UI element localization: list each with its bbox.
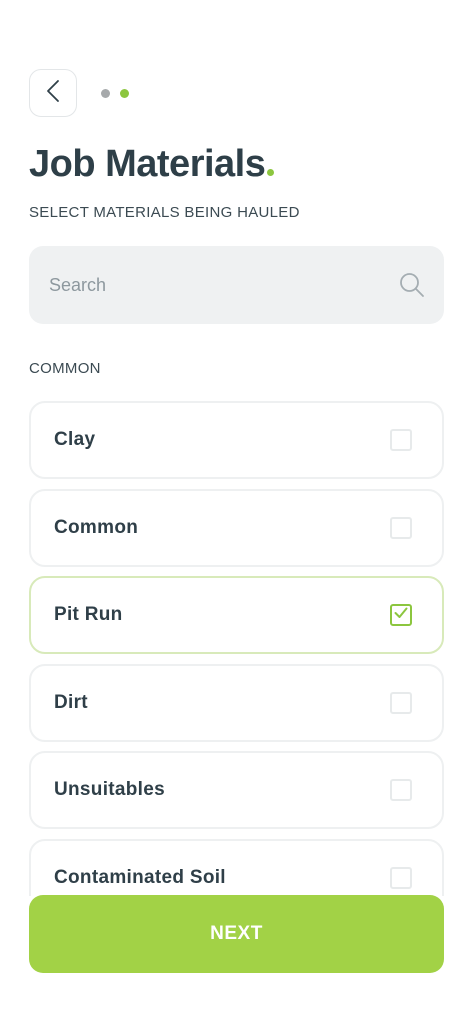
- material-label: Contaminated Soil: [54, 867, 226, 888]
- checkbox[interactable]: [390, 517, 412, 539]
- check-icon: [394, 606, 408, 624]
- material-item-dirt[interactable]: Dirt: [29, 664, 444, 742]
- back-button[interactable]: [29, 69, 77, 117]
- checkbox[interactable]: [390, 692, 412, 714]
- checkbox-checked[interactable]: [390, 604, 412, 626]
- material-label: Common: [54, 517, 139, 538]
- step-dot-1: [101, 89, 110, 98]
- material-item-clay[interactable]: Clay: [29, 401, 444, 479]
- title-accent-dot: [267, 169, 275, 176]
- checkbox[interactable]: [390, 867, 412, 889]
- material-item-common[interactable]: Common: [29, 489, 444, 567]
- materials-list: Clay Common Pit Run Dirt Unsuitables Con…: [29, 401, 444, 896]
- material-item-pit-run[interactable]: Pit Run: [29, 576, 444, 654]
- search-bar: [29, 246, 444, 324]
- page-title: Job Materials: [29, 143, 275, 186]
- page-subtitle: SELECT MATERIALS BEING HAULED: [29, 204, 300, 221]
- material-label: Clay: [54, 429, 96, 450]
- material-item-contaminated-soil[interactable]: Contaminated Soil: [29, 839, 444, 896]
- material-item-unsuitables[interactable]: Unsuitables: [29, 751, 444, 829]
- search-icon[interactable]: [398, 271, 426, 299]
- next-button[interactable]: NEXT: [29, 895, 444, 973]
- page-title-text: Job Materials: [29, 143, 266, 185]
- checkbox[interactable]: [390, 429, 412, 451]
- section-label-common: COMMON: [29, 360, 101, 377]
- material-label: Dirt: [54, 692, 88, 713]
- chevron-left-icon: [46, 79, 60, 108]
- step-dot-2: [120, 89, 129, 98]
- search-input[interactable]: [49, 274, 398, 296]
- checkbox[interactable]: [390, 779, 412, 801]
- step-indicator: [101, 89, 129, 98]
- material-label: Pit Run: [54, 604, 123, 625]
- material-label: Unsuitables: [54, 779, 165, 800]
